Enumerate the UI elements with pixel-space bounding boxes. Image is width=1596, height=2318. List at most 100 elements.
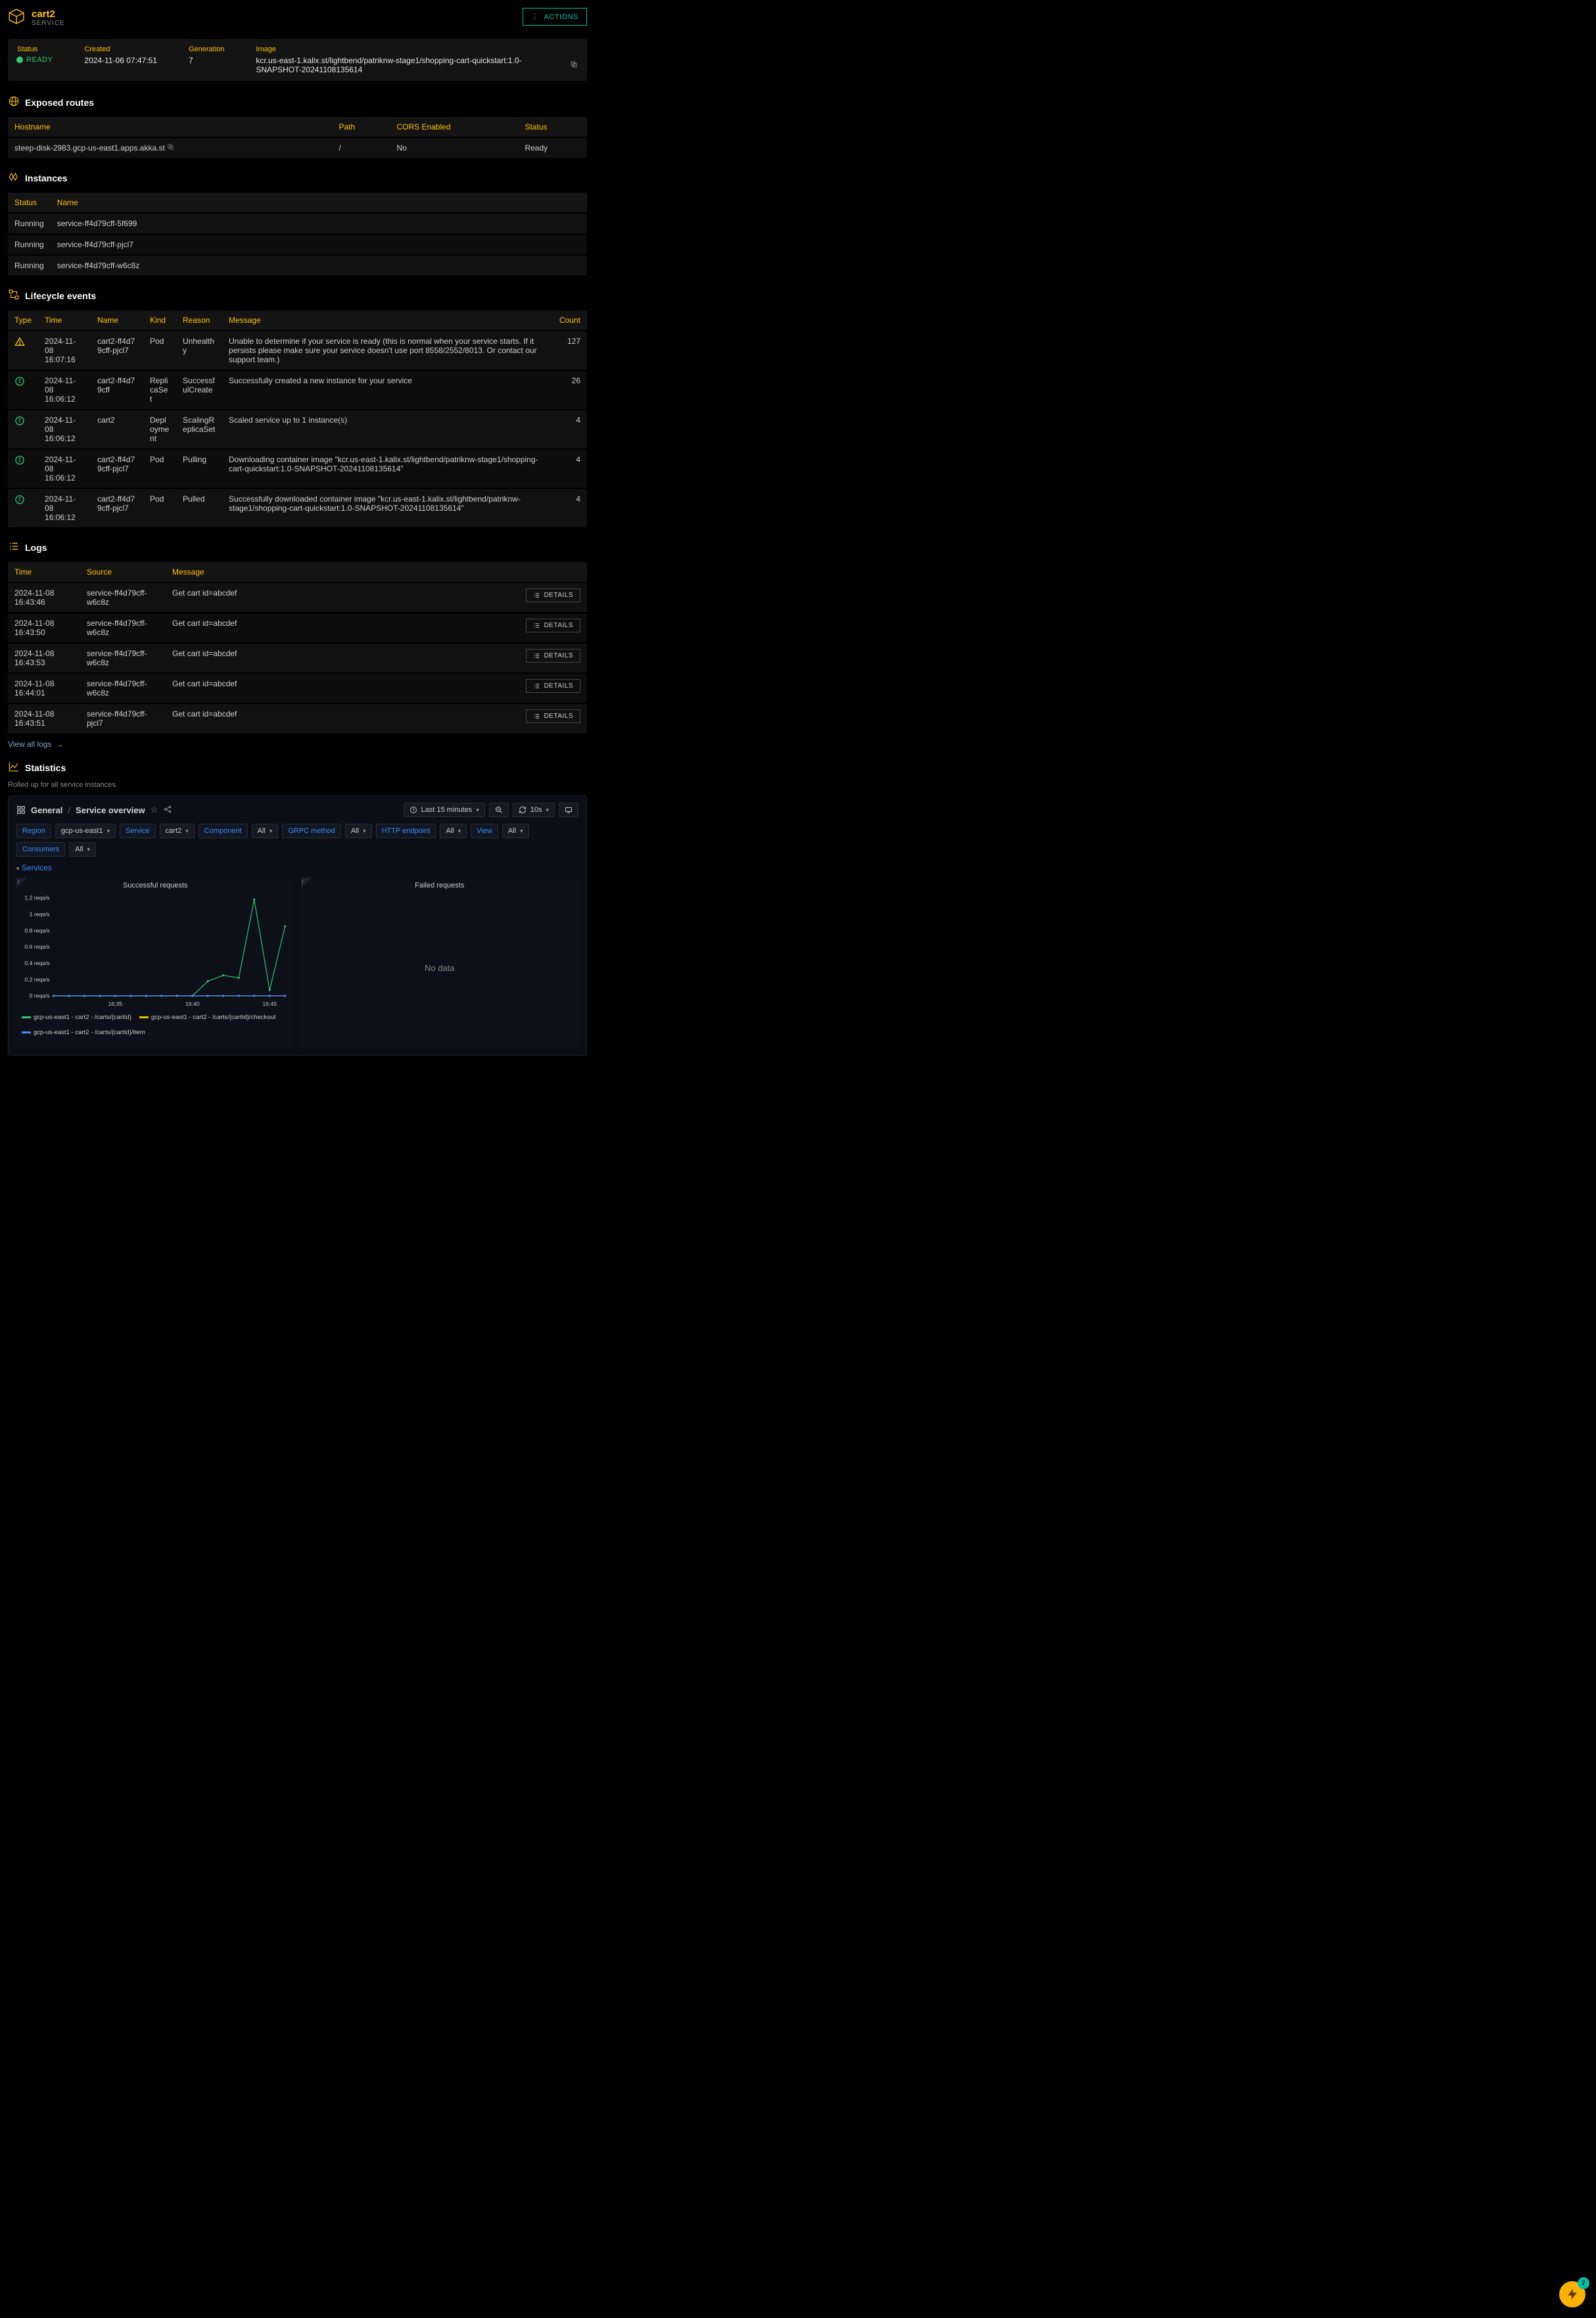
breadcrumb[interactable]: General / Service overview ☆ <box>16 805 172 816</box>
dashboard-icon <box>16 805 26 815</box>
table-row: 2024-11-08 16:43:51service-ff4d79cff-pjc… <box>8 704 587 733</box>
legend-item[interactable]: gcp-us-east1 - cart2 - /carts/{cartId} <box>22 1014 131 1021</box>
info-icon <box>8 371 38 409</box>
view-all-logs-label: View all logs <box>8 740 51 749</box>
svg-text:16:40: 16:40 <box>185 1001 200 1007</box>
arrow-right-icon: → <box>55 740 63 749</box>
service-subtitle: SERVICE <box>32 20 65 27</box>
status-dot-icon <box>17 57 22 62</box>
chart1-title: Successful requests <box>22 882 289 889</box>
svg-text:0 reqs/s: 0 reqs/s <box>30 993 51 999</box>
table-row: 2024-11-08 16:43:53service-ff4d79cff-w6c… <box>8 644 587 673</box>
logs-icon <box>8 540 20 554</box>
lifecycle-heading: Lifecycle events <box>25 291 96 301</box>
table-row: 2024-11-08 16:07:16cart2-ff4d79cff-pjcl7… <box>8 331 587 369</box>
grafana-panel: General / Service overview ☆ Last 15 min… <box>8 795 587 1056</box>
service-title: cart2 <box>32 9 65 20</box>
chart-successful-requests[interactable]: i Successful requests 1.2 reqs/s 1 reqs/s… <box>16 878 294 1049</box>
filter-select[interactable]: gcp-us-east1 ▾ <box>55 824 116 838</box>
svg-text:0.8 reqs/s: 0.8 reqs/s <box>24 927 50 934</box>
breadcrumb-root: General <box>31 805 62 815</box>
svg-text:16:45: 16:45 <box>262 1001 277 1007</box>
table-row: Runningservice-ff4d79cff-w6c8z <box>8 256 587 275</box>
copy-icon[interactable] <box>167 143 174 153</box>
filter-select[interactable]: All ▾ <box>440 824 467 838</box>
bolt-icon <box>1566 2288 1579 2301</box>
actions-button[interactable]: ⋮ ACTIONS <box>523 8 587 26</box>
time-range-picker[interactable]: Last 15 minutes ▾ <box>404 803 485 817</box>
help-fab-button[interactable]: 7 <box>1559 2281 1585 2307</box>
stats-note: Rolled up for all service instances. <box>8 781 587 789</box>
warn-icon <box>8 331 38 369</box>
filter-select[interactable]: cart2 ▾ <box>160 824 195 838</box>
copy-icon[interactable] <box>570 60 578 70</box>
table-row: Runningservice-ff4d79cff-5f699 <box>8 214 587 233</box>
info-icon <box>8 450 38 488</box>
lifecycle-table: TypeTimeNameKindReasonMessageCount2024-1… <box>8 309 587 529</box>
table-row: 2024-11-08 16:06:12cart2-ff4d79cff-pjcl7… <box>8 489 587 527</box>
chart2-title: Failed requests <box>306 882 574 889</box>
tv-mode-button[interactable] <box>559 803 578 817</box>
table-row: 2024-11-08 16:43:50service-ff4d79cff-w6c… <box>8 613 587 642</box>
svg-text:16:35: 16:35 <box>108 1001 122 1007</box>
details-button[interactable]: DETAILS <box>526 619 580 632</box>
filter-select[interactable]: All ▾ <box>502 824 529 838</box>
table-row: 2024-11-08 16:06:12cart2-ff4d79cff-pjcl7… <box>8 450 587 488</box>
chart-failed-requests[interactable]: i Failed requests No data <box>301 878 579 1049</box>
filter-select[interactable]: All ▾ <box>252 824 279 838</box>
zoom-out-button[interactable] <box>489 803 509 817</box>
instances-table: StatusNameRunningservice-ff4d79cff-5f699… <box>8 191 587 277</box>
instances-icon <box>8 171 20 185</box>
refresh-button[interactable]: 10s ▾ <box>513 803 555 817</box>
breadcrumb-sep: / <box>68 805 70 815</box>
clock-icon <box>410 806 417 814</box>
details-button[interactable]: DETAILS <box>526 649 580 663</box>
generation-value: 7 <box>189 56 224 65</box>
filter-select[interactable]: All ▾ <box>345 824 372 838</box>
info-icon: i <box>302 878 304 885</box>
table-row: Runningservice-ff4d79cff-pjcl7 <box>8 235 587 254</box>
chevron-down-icon: ▾ <box>16 865 20 872</box>
info-icon: i <box>18 878 19 885</box>
stats-heading: Statistics <box>25 763 66 773</box>
details-button[interactable]: DETAILS <box>526 679 580 693</box>
details-button[interactable]: DETAILS <box>526 588 580 602</box>
fab-badge: 7 <box>1578 2277 1589 2289</box>
filter-label: Component <box>199 824 248 838</box>
star-icon[interactable]: ☆ <box>151 805 158 815</box>
filter-label: Service <box>120 824 156 838</box>
info-icon <box>8 410 38 448</box>
generation-label: Generation <box>189 45 224 53</box>
logs-heading: Logs <box>25 542 47 553</box>
svg-text:1.2 reqs/s: 1.2 reqs/s <box>24 895 50 901</box>
filter-label: HTTP endpoint <box>376 824 436 838</box>
filter-select[interactable]: All ▾ <box>69 842 96 857</box>
table-row: 2024-11-08 16:06:12cart2DeploymentScalin… <box>8 410 587 448</box>
legend-item[interactable]: gcp-us-east1 - cart2 - /carts/{cartId}/c… <box>139 1014 276 1021</box>
details-button[interactable]: DETAILS <box>526 709 580 723</box>
routes-table: HostnamePathCORS EnabledStatussteep-disk… <box>8 116 587 159</box>
kebab-icon: ⋮ <box>531 12 539 21</box>
services-row-toggle[interactable]: ▾ Services <box>16 863 578 872</box>
status-label: Status <box>17 45 53 53</box>
refresh-interval-label: 10s <box>530 806 542 814</box>
filter-label: View <box>471 824 498 838</box>
view-all-logs-link[interactable]: View all logs → <box>8 740 587 749</box>
table-row: 2024-11-08 16:06:12cart2-ff4d79cffReplic… <box>8 371 587 409</box>
status-bar: Status READY Created 2024-11-06 07:47:51… <box>8 39 587 81</box>
table-row: 2024-11-08 16:44:01service-ff4d79cff-w6c… <box>8 674 587 703</box>
svg-text:0.2 reqs/s: 0.2 reqs/s <box>24 976 50 983</box>
globe-icon <box>8 95 20 109</box>
actions-label: ACTIONS <box>544 13 578 21</box>
share-icon[interactable] <box>163 805 172 816</box>
image-label: Image <box>256 45 578 53</box>
breadcrumb-page: Service overview <box>76 805 145 815</box>
legend-item[interactable]: gcp-us-east1 - cart2 - /carts/{cartId}/i… <box>22 1029 145 1036</box>
info-icon <box>8 489 38 527</box>
refresh-icon <box>519 806 527 814</box>
filter-label: Region <box>16 824 51 838</box>
lifecycle-icon <box>8 289 20 302</box>
instances-heading: Instances <box>25 173 68 183</box>
svg-text:1 reqs/s: 1 reqs/s <box>30 911 51 917</box>
image-value: kcr.us-east-1.kalix.st/lightbend/patrikn… <box>256 56 566 74</box>
